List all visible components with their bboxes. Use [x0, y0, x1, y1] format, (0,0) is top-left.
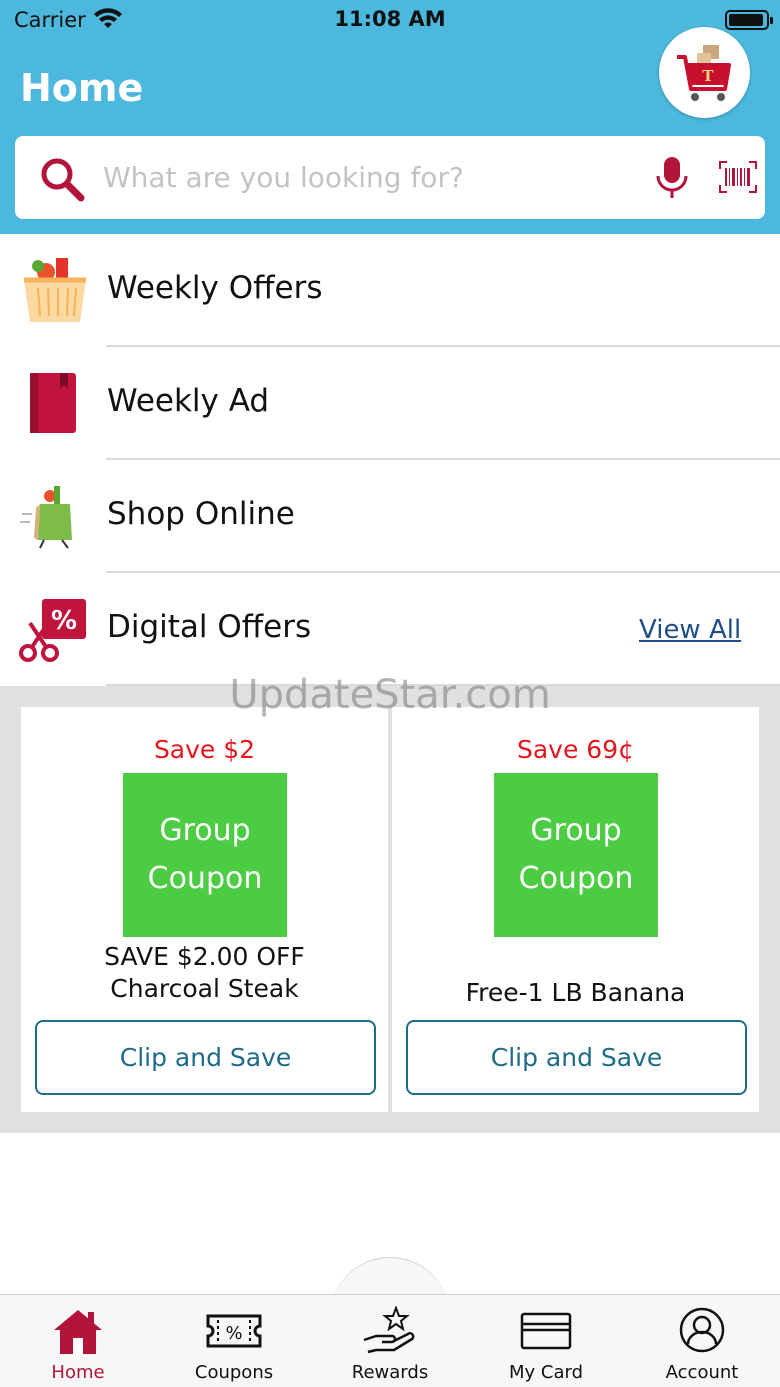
coupon-image-text: Coupon [518, 861, 634, 896]
search-bar [15, 136, 765, 219]
clip-and-save-button[interactable]: Clip and Save [406, 1020, 747, 1095]
coupon-image-text: Coupon [147, 861, 263, 896]
basket-icon [24, 258, 86, 322]
group-coupon-image: Group Coupon [494, 773, 658, 937]
menu-item-label: Digital Offers [107, 609, 312, 645]
tab-label: Coupons [194, 1362, 274, 1383]
account-icon [679, 1307, 725, 1353]
offer-card[interactable]: Save $2 Group Coupon SAVE $2.00 OFF Char… [21, 707, 388, 1112]
digital-offers-carousel: Save $2 Group Coupon SAVE $2.00 OFF Char… [0, 686, 780, 1133]
offer-savings: Save $2 [153, 735, 256, 764]
offer-description: SAVE $2.00 OFF Charcoal Steak [31, 941, 378, 1005]
group-coupon-image: Group Coupon [123, 773, 287, 937]
coupon-ticket-icon: % [206, 1314, 262, 1348]
grocery-bag-icon [20, 486, 72, 549]
search-icon[interactable] [39, 156, 85, 202]
tab-coupons[interactable]: % Coupons [156, 1300, 312, 1387]
search-input[interactable] [103, 154, 623, 200]
menu-item-digital-offers[interactable]: % Digital Offers View All [0, 573, 780, 686]
offer-description-line: Charcoal Steak [110, 974, 299, 1003]
svg-text:%: % [225, 1323, 242, 1344]
page-title: Home [20, 66, 144, 110]
menu-item-shop-online[interactable]: Shop Online [0, 460, 780, 573]
clip-and-save-button[interactable]: Clip and Save [35, 1020, 376, 1095]
tab-my-card[interactable]: My Card [468, 1300, 624, 1387]
menu-item-weekly-ad[interactable]: Weekly Ad [0, 347, 780, 460]
tab-label: Home [51, 1362, 105, 1383]
offer-card[interactable]: Save 69¢ Group Coupon Free-1 LB Banana C… [392, 707, 759, 1112]
svg-text:T: T [702, 67, 714, 85]
header-bar: Carrier 11:08 AM Home T [0, 0, 780, 234]
coupon-image-text: Group [530, 813, 622, 848]
offer-savings: Save 69¢ [516, 735, 635, 764]
svg-text:%: % [51, 606, 77, 636]
tab-home[interactable]: Home [0, 1300, 156, 1387]
rewards-hand-star-icon [363, 1306, 415, 1354]
book-icon [30, 373, 76, 433]
offer-description-line: SAVE $2.00 OFF [104, 942, 305, 971]
tab-label: My Card [508, 1362, 583, 1383]
shopping-cart-icon: T [677, 45, 731, 101]
store-cart-logo[interactable]: T [659, 27, 750, 118]
card-icon [520, 1312, 572, 1350]
offer-description: Free-1 LB Banana [465, 978, 686, 1007]
menu-item-label: Weekly Offers [107, 270, 323, 306]
view-all-link[interactable]: View All [639, 615, 741, 645]
tab-label: Rewards [351, 1362, 429, 1383]
coupon-scissors-icon: % [19, 599, 86, 662]
barcode-scan-icon[interactable] [718, 160, 758, 194]
coupon-image-text: Group [159, 813, 251, 848]
watermark-text: UpdateStar.com [229, 672, 551, 718]
tab-rewards[interactable]: Rewards [312, 1300, 468, 1387]
microphone-icon[interactable] [655, 156, 689, 200]
tab-account[interactable]: Account [624, 1300, 780, 1387]
home-icon [54, 1310, 102, 1354]
menu-item-label: Weekly Ad [107, 383, 270, 419]
menu-item-weekly-offers[interactable]: Weekly Offers [0, 234, 780, 347]
menu-item-label: Shop Online [107, 496, 295, 532]
tab-label: Account [665, 1362, 739, 1383]
